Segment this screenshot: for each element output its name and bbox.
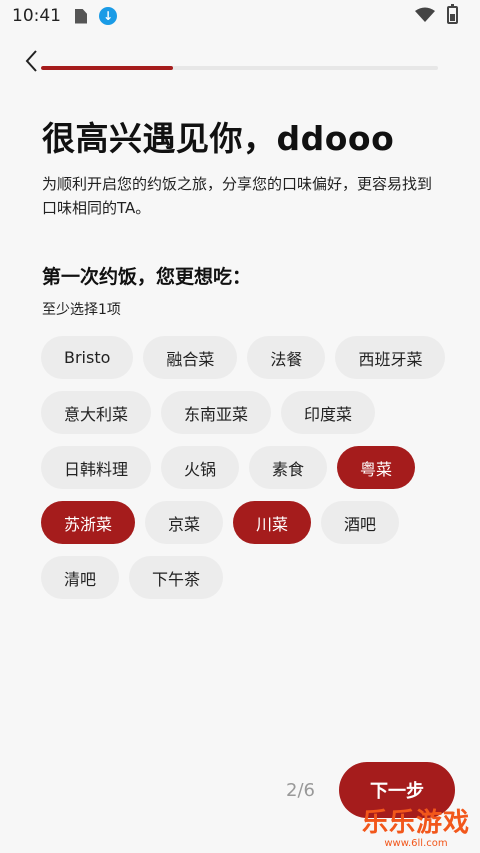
status-icons [415,4,458,24]
cuisine-tag[interactable]: 东南亚菜 [161,391,272,434]
cuisine-tag[interactable]: 酒吧 [321,501,400,544]
cuisine-tag[interactable]: Bristo [41,336,134,379]
progress-fill [41,66,174,70]
wifi-icon [415,7,435,22]
cuisine-tag[interactable]: 素食 [249,446,328,489]
cuisine-tag[interactable]: 清吧 [41,556,120,599]
watermark-url: www.6ll.com [384,838,448,849]
cuisine-tag[interactable]: 印度菜 [281,391,376,434]
back-button[interactable] [18,48,44,74]
cuisine-tag[interactable]: 苏浙菜 [41,501,136,544]
download-icon: ↓ [99,7,117,25]
chevron-left-icon [25,50,37,72]
status-time: 10:41 [12,6,61,26]
page-title: 很高兴遇见你，ddooo [42,119,395,158]
cuisine-tag[interactable]: 日韩料理 [41,446,152,489]
status-bar: 10:41 ↓ [0,0,480,32]
cuisine-tag[interactable]: 京菜 [145,501,224,544]
cuisine-tag[interactable]: 法餐 [247,336,326,379]
page-subtitle: 为顺利开启您的约饭之旅，分享您的口味偏好，更容易找到口味相同的TA。 [42,175,433,217]
sim-card-icon [75,8,87,24]
cuisine-tag-list: Bristo 融合菜 法餐 西班牙菜意大利菜 东南亚菜 印度菜日韩料理 火锅 素食 粤菜苏浙菜京… [41,336,461,599]
cuisine-tag[interactable]: 粤菜 [337,446,416,489]
selection-hint: 至少选择1项 [42,302,121,318]
cuisine-tag[interactable]: 火锅 [161,446,240,489]
cuisine-tag[interactable]: 融合菜 [143,336,238,379]
page-counter: 2/6 [286,780,315,801]
question-title: 第一次约饭，您更想吃： [42,266,252,288]
progress-bar [41,66,438,70]
watermark-name: 乐乐游戏 [361,808,470,838]
cuisine-tag[interactable]: 川菜 [233,501,312,544]
cuisine-tag[interactable]: 下午茶 [129,556,224,599]
cuisine-tag[interactable]: 意大利菜 [41,391,152,434]
cuisine-tag[interactable]: 西班牙菜 [335,336,446,379]
battery-charging-icon [447,4,458,24]
watermark: 乐乐游戏 www.6ll.com [360,808,472,849]
